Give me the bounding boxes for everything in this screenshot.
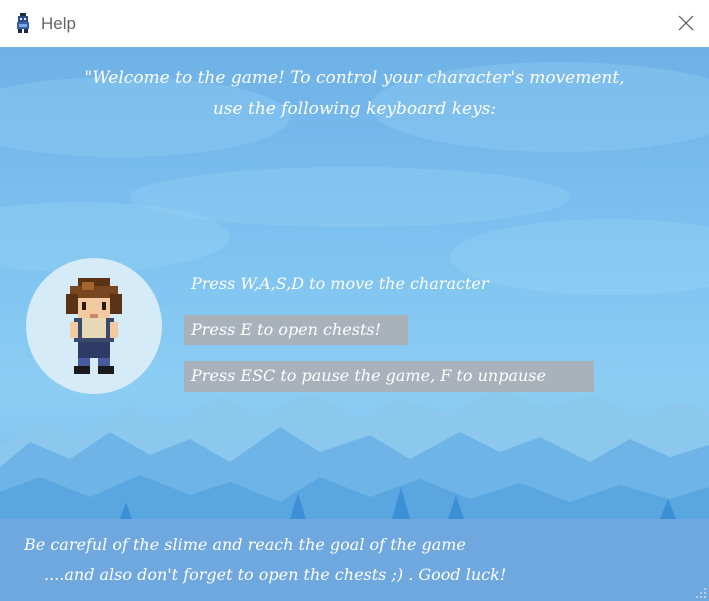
character-sprite-icon: [66, 278, 122, 374]
welcome-text: "Welcome to the game! To control your ch…: [0, 63, 709, 125]
help-window: Help "Welcome to the game! To control yo…: [0, 0, 709, 601]
help-content: "Welcome to the game! To control your ch…: [0, 47, 709, 601]
welcome-line-1: "Welcome to the game! To control your ch…: [84, 68, 625, 88]
instruction-open-chests: Press E to open chests!: [184, 315, 408, 345]
footer-line-1: Be careful of the slime and reach the go…: [24, 535, 466, 554]
instruction-move: Press W,A,S,D to move the character: [191, 274, 489, 293]
welcome-line-2: use the following keyboard keys:: [212, 99, 497, 119]
instruction-pause: Press ESC to pause the game, F to unpaus…: [184, 361, 594, 392]
footer-banner: Be careful of the slime and reach the go…: [0, 519, 709, 601]
window-title: Help: [41, 14, 76, 33]
resize-grip-icon[interactable]: [695, 587, 707, 599]
close-button[interactable]: [663, 0, 709, 47]
character-avatar: [26, 258, 162, 394]
footer-line-2: ....and also don't forget to open the ch…: [44, 565, 507, 584]
title-bar[interactable]: Help: [0, 0, 709, 47]
app-icon: [16, 13, 30, 33]
close-icon: [678, 15, 694, 31]
